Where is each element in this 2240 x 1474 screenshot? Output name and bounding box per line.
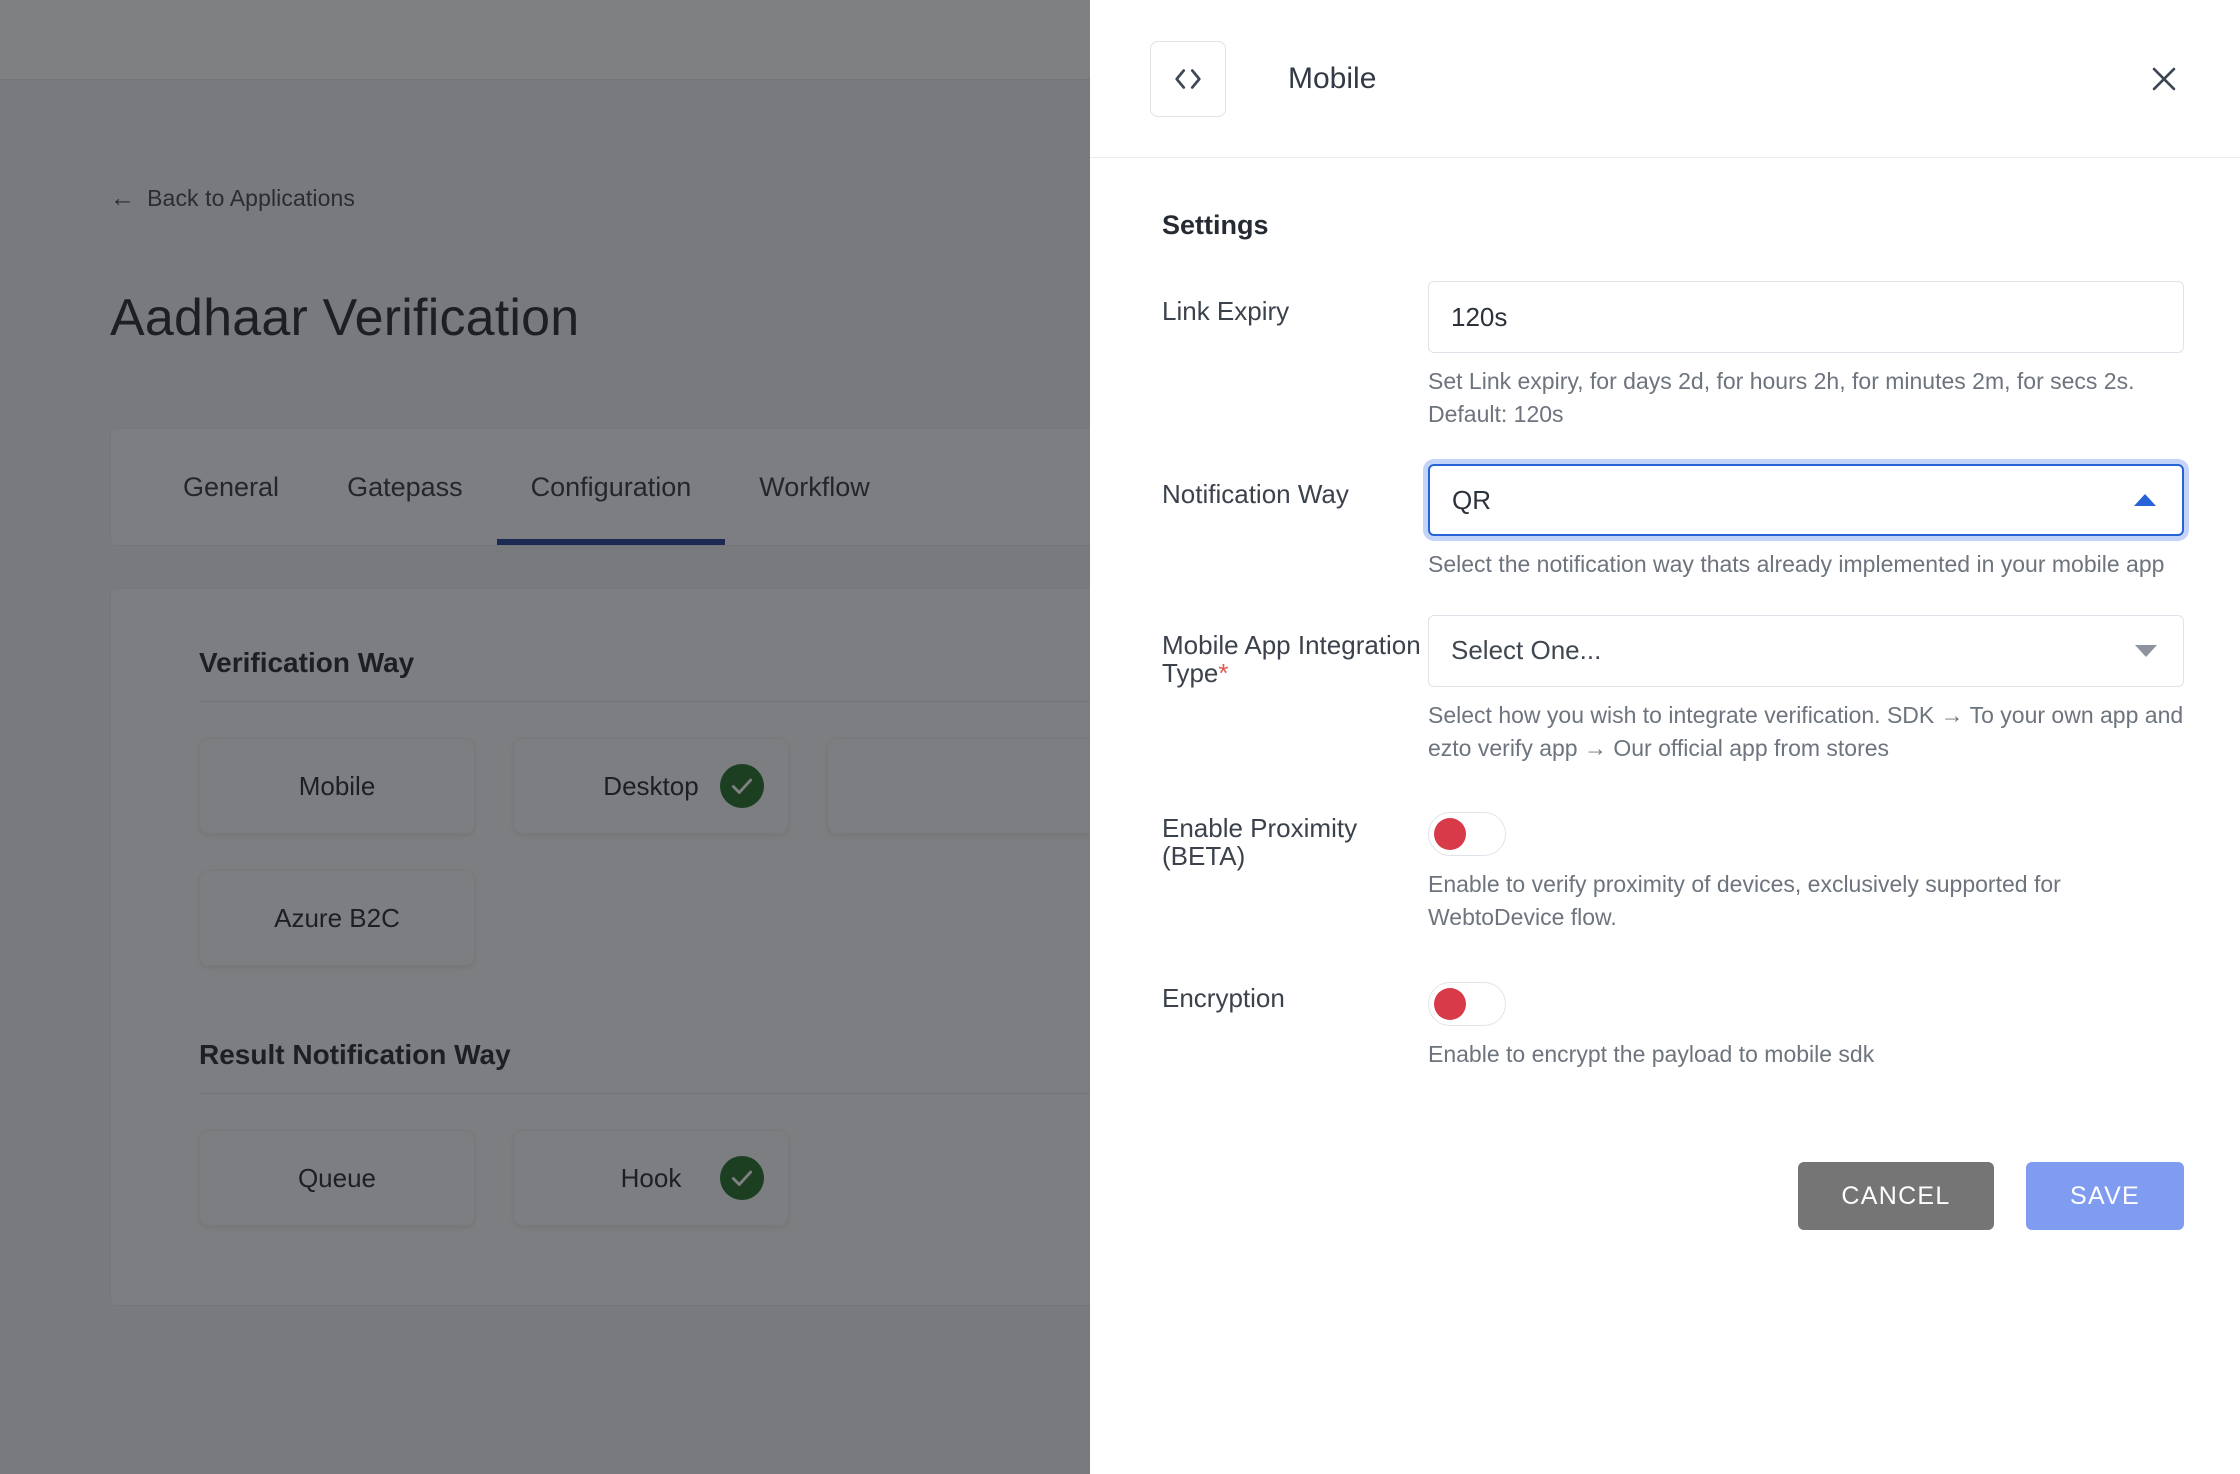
settings-heading: Settings [1162, 210, 1269, 240]
field-integration-type: Mobile App Integration Type* Select One.… [1162, 614, 2184, 788]
field-enable-proximity: Enable Proximity (BETA) Enable to verify… [1162, 798, 2184, 957]
integration-type-label-text: Mobile App Integration Type [1162, 629, 1421, 689]
notification-way-label: Notification Way [1162, 479, 1349, 510]
enable-proximity-label: Enable Proximity (BETA) [1162, 813, 1358, 872]
screen-root: ← Back to Applications Aadhaar Verificat… [0, 0, 2240, 1474]
field-notification-way: Notification Way QR Select the notificat… [1162, 464, 2184, 605]
required-marker: * [1218, 658, 1229, 689]
enable-proximity-control: Enable to verify proximity of devices, e… [1428, 798, 2184, 957]
integration-type-label: Mobile App Integration Type* [1162, 615, 1428, 687]
enable-proximity-toggle[interactable] [1428, 812, 1506, 857]
field-encryption: Encryption Enable to encrypt the payload… [1162, 968, 2184, 1095]
cancel-button[interactable]: CANCEL [1798, 1162, 1994, 1231]
link-expiry-label: Link Expiry [1162, 296, 1290, 326]
encryption-help: Enable to encrypt the payload to mobile … [1428, 1040, 1875, 1067]
integration-type-value: Select One... [1451, 635, 1602, 666]
notification-way-select[interactable]: QR [1428, 464, 2184, 537]
drawer-header: Mobile [1090, 0, 2240, 158]
notification-way-help: Select the notification way thats alread… [1428, 551, 2165, 578]
save-button[interactable]: SAVE [2026, 1162, 2184, 1231]
mobile-settings-drawer: Mobile Settings Link Expiry 120s Set Lin… [1090, 0, 2240, 1474]
encryption-control: Enable to encrypt the payload to mobile … [1428, 968, 2184, 1095]
toggle-knob [1434, 818, 1466, 851]
link-expiry-control: 120s Set Link expiry, for days 2d, for h… [1428, 281, 2184, 454]
field-link-expiry: Link Expiry 120s Set Link expiry, for da… [1162, 281, 2184, 454]
link-expiry-input[interactable]: 120s [1428, 281, 2184, 353]
drawer-body: Settings Link Expiry 120s Set Link expir… [1090, 158, 2240, 1474]
integration-type-select[interactable]: Select One... [1428, 614, 2184, 687]
toggle-knob [1434, 987, 1466, 1020]
drawer-action-bar: CANCEL SAVE [1162, 1104, 2184, 1231]
link-expiry-help: Set Link expiry, for days 2d, for hours … [1428, 368, 2135, 427]
notification-way-value: QR [1452, 484, 1491, 515]
integration-type-control: Select One... Select how you wish to int… [1428, 614, 2184, 788]
code-brackets-icon [1150, 40, 1226, 117]
chevron-down-icon [2135, 644, 2157, 657]
link-expiry-value: 120s [1451, 301, 1508, 332]
integration-type-help: Select how you wish to integrate verific… [1428, 701, 2184, 761]
notification-way-control: QR Select the notification way thats alr… [1428, 464, 2184, 605]
encryption-toggle[interactable] [1428, 981, 1506, 1026]
drawer-title: Mobile [1288, 61, 1377, 95]
enable-proximity-help: Enable to verify proximity of devices, e… [1428, 871, 2061, 930]
close-icon[interactable] [2138, 53, 2190, 105]
chevron-up-icon [2134, 494, 2156, 507]
modal-backdrop[interactable] [0, 0, 1090, 1474]
encryption-label: Encryption [1162, 982, 1285, 1013]
